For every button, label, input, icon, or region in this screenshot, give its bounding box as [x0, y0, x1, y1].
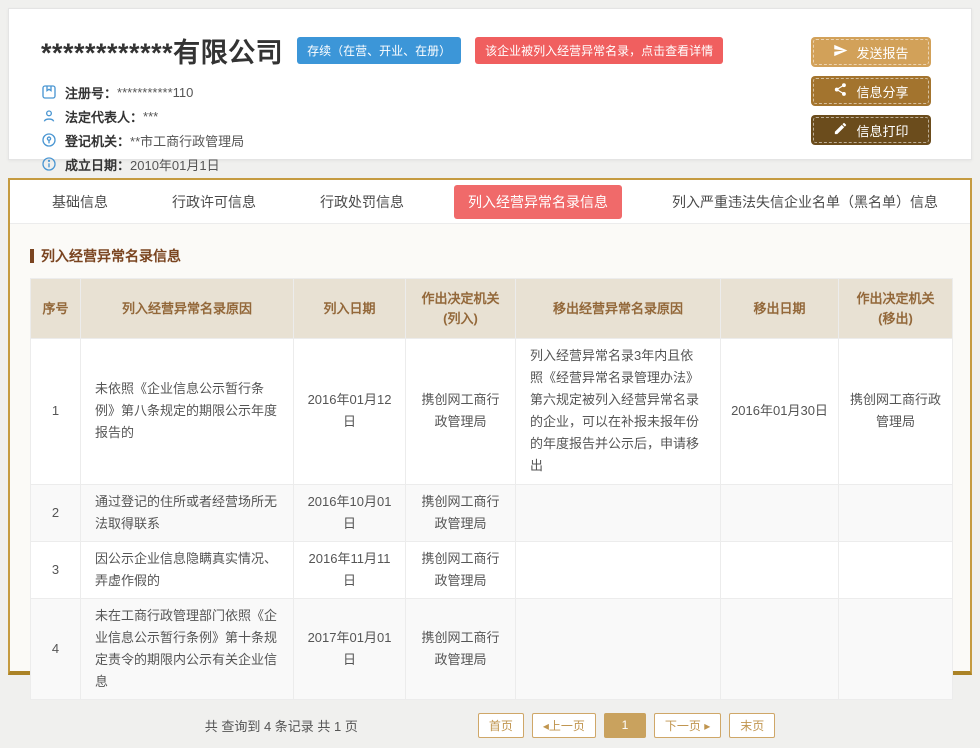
info-row-registry-org: 登记机关： **市工商行政管理局	[41, 128, 945, 152]
person-icon	[41, 108, 57, 124]
pencil-icon	[833, 121, 848, 139]
company-header-card: ************有限公司 存续（在营、开业、在册） 该企业被列入经营异常…	[8, 8, 972, 160]
print-info-button[interactable]: 信息打印	[811, 115, 931, 145]
pagination-first-button[interactable]: 首页	[478, 713, 524, 738]
cell-seq: 3	[31, 541, 81, 598]
cell-list-reason: 未依照《企业信息公示暂行条例》第八条规定的期限公示年度报告的	[81, 339, 294, 485]
cell-remove-date	[721, 484, 839, 541]
cell-remove-org: 携创网工商行政管理局	[839, 339, 953, 485]
cell-remove-reason	[516, 598, 721, 699]
send-report-button[interactable]: 发送报告	[811, 37, 931, 67]
info-row-legal-rep: 法定代表人： ***	[41, 104, 945, 128]
tab-content: 列入经营异常名录信息 序号 列入经营异常名录原因 列入日期 作出决定机关(列入)…	[10, 224, 970, 748]
abnormal-alert-badge[interactable]: 该企业被列入经营异常名录，点击查看详情	[475, 37, 723, 64]
cell-list-org: 携创网工商行政管理局	[406, 598, 516, 699]
section-title: 列入经营异常名录信息	[30, 246, 950, 266]
pagination: 首页 ◂上一页 1 下一页 ▸ 末页	[478, 713, 775, 738]
cell-remove-org	[839, 541, 953, 598]
tab-admin-penalty[interactable]: 行政处罚信息	[306, 185, 418, 219]
cell-seq: 1	[31, 339, 81, 485]
col-header-remove-date: 移出日期	[721, 279, 839, 339]
record-count-summary: 共 查询到 4 条记录 共 1 页	[205, 716, 358, 735]
action-buttons: 发送报告 信息分享 信息打印	[811, 37, 931, 145]
tab-blacklist[interactable]: 列入严重违法失信企业名单（黑名单）信息	[658, 185, 952, 219]
col-header-remove-reason: 移出经营异常名录原因	[516, 279, 721, 339]
cell-list-reason: 通过登记的住所或者经营场所无法取得联系	[81, 484, 294, 541]
cell-seq: 4	[31, 598, 81, 699]
cell-remove-org	[839, 598, 953, 699]
table-header-row: 序号 列入经营异常名录原因 列入日期 作出决定机关(列入) 移出经营异常名录原因…	[31, 279, 953, 339]
company-info-list: 注册号： ***********110 法定代表人： *** 登记机关： **市…	[41, 80, 945, 176]
cell-seq: 2	[31, 484, 81, 541]
col-header-seq: 序号	[31, 279, 81, 339]
cell-remove-reason: 列入经营异常名录3年内且依照《经营异常名录管理办法》第六规定被列入经营异常名录的…	[516, 339, 721, 485]
cell-list-date: 2017年01月01日	[294, 598, 406, 699]
table-row: 1 未依照《企业信息公示暂行条例》第八条规定的期限公示年度报告的 2016年01…	[31, 339, 953, 485]
col-header-remove-org: 作出决定机关(移出)	[839, 279, 953, 339]
tab-abnormal-list[interactable]: 列入经营异常名录信息	[454, 185, 622, 219]
cell-list-date: 2016年10月01日	[294, 484, 406, 541]
cell-list-reason: 因公示企业信息隐瞒真实情况、弄虚作假的	[81, 541, 294, 598]
table-row: 4 未在工商行政管理部门依照《企业信息公示暂行条例》第十条规定责令的期限内公示有…	[31, 598, 953, 699]
cell-remove-reason	[516, 541, 721, 598]
col-header-list-reason: 列入经营异常名录原因	[81, 279, 294, 339]
info-row-founded-date: 成立日期： 2010年01月1日	[41, 152, 945, 176]
founded-date-value: 2010年01月1日	[130, 155, 220, 174]
table-row: 3 因公示企业信息隐瞒真实情况、弄虚作假的 2016年11月11日 携创网工商行…	[31, 541, 953, 598]
legal-rep-label: 法定代表人：	[65, 107, 143, 126]
cell-list-org: 携创网工商行政管理局	[406, 339, 516, 485]
cell-list-org: 携创网工商行政管理局	[406, 541, 516, 598]
pagination-prev-button[interactable]: ◂上一页	[532, 713, 596, 738]
registration-value: ***********110	[117, 85, 193, 100]
pagination-next-button[interactable]: 下一页 ▸	[654, 713, 721, 738]
cell-remove-date: 2016年01月30日	[721, 339, 839, 485]
tab-bar: 基础信息 行政许可信息 行政处罚信息 列入经营异常名录信息 列入严重违法失信企业…	[10, 180, 970, 224]
print-info-label: 信息打印	[856, 121, 908, 140]
cell-remove-date	[721, 541, 839, 598]
registry-org-value: **市工商行政管理局	[130, 131, 244, 150]
cell-remove-date	[721, 598, 839, 699]
share-icon	[833, 82, 848, 100]
send-icon	[833, 43, 848, 61]
main-panel: 基础信息 行政许可信息 行政处罚信息 列入经营异常名录信息 列入严重违法失信企业…	[8, 178, 972, 675]
location-icon	[41, 132, 57, 148]
registration-label: 注册号：	[65, 83, 117, 102]
cell-list-reason: 未在工商行政管理部门依照《企业信息公示暂行条例》第十条规定责令的期限内公示有关企…	[81, 598, 294, 699]
send-report-label: 发送报告	[856, 43, 908, 62]
share-info-label: 信息分享	[856, 82, 908, 101]
status-badge: 存续（在营、开业、在册）	[297, 37, 461, 64]
legal-rep-value: ***	[143, 109, 158, 124]
share-info-button[interactable]: 信息分享	[811, 76, 931, 106]
registry-org-label: 登记机关：	[65, 131, 130, 150]
tab-admin-license[interactable]: 行政许可信息	[158, 185, 270, 219]
cell-list-date: 2016年01月12日	[294, 339, 406, 485]
col-header-list-org: 作出决定机关(列入)	[406, 279, 516, 339]
col-header-list-date: 列入日期	[294, 279, 406, 339]
founded-date-label: 成立日期：	[65, 155, 130, 174]
info-row-registration: 注册号： ***********110	[41, 80, 945, 104]
abnormal-records-table: 序号 列入经营异常名录原因 列入日期 作出决定机关(列入) 移出经营异常名录原因…	[30, 278, 953, 700]
cell-list-date: 2016年11月11日	[294, 541, 406, 598]
cell-list-org: 携创网工商行政管理局	[406, 484, 516, 541]
cell-remove-reason	[516, 484, 721, 541]
table-footer: 共 查询到 4 条记录 共 1 页 首页 ◂上一页 1 下一页 ▸ 末页	[30, 702, 950, 748]
info-icon	[41, 156, 57, 172]
pagination-page-1-button[interactable]: 1	[604, 713, 646, 738]
certificate-icon	[41, 84, 57, 100]
tab-basic-info[interactable]: 基础信息	[38, 185, 122, 219]
section-title-text: 列入经营异常名录信息	[41, 246, 181, 266]
section-title-marker	[30, 249, 34, 263]
cell-remove-org	[839, 484, 953, 541]
company-name: ************有限公司	[41, 31, 283, 70]
table-row: 2 通过登记的住所或者经营场所无法取得联系 2016年10月01日 携创网工商行…	[31, 484, 953, 541]
pagination-last-button[interactable]: 末页	[729, 713, 775, 738]
